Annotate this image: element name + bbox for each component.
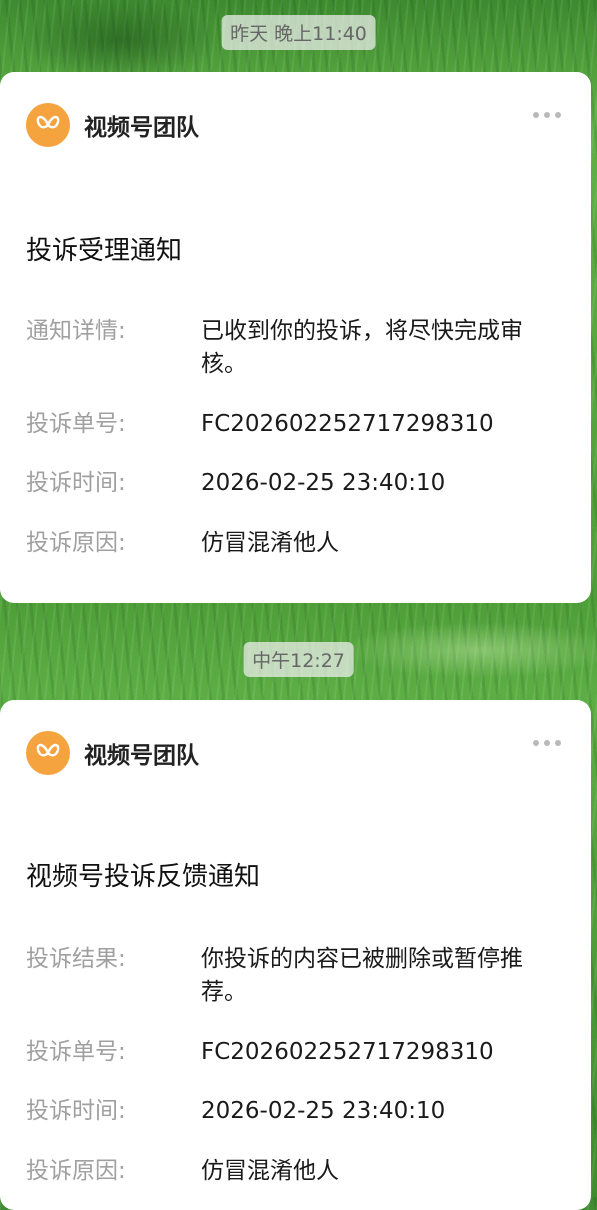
- detail-row: 投诉结果: 你投诉的内容已被删除或暂停推荐。: [26, 943, 567, 1009]
- detail-row: 投诉时间: 2026-02-25 23:40:10: [26, 467, 567, 500]
- sender-name[interactable]: 视频号团队: [84, 736, 199, 770]
- row-label: 投诉单号:: [26, 411, 126, 437]
- message-card[interactable]: 视频号团队 视频号投诉反馈通知 投诉结果: 你投诉的内容已被删除或暂停推荐。 投…: [0, 700, 591, 1210]
- sender-name[interactable]: 视频号团队: [84, 108, 199, 142]
- row-label: 投诉单号:: [26, 1039, 126, 1065]
- channels-butterfly-icon: [26, 103, 70, 147]
- detail-row: 投诉单号: FC2026022527172983​10: [26, 408, 567, 441]
- notice-title: 视频号投诉反馈通知: [26, 862, 261, 892]
- message-card[interactable]: 视频号团队 投诉受理通知 通知详情: 已收到你的投诉，将尽快完成审核。 投诉单号…: [0, 72, 591, 603]
- row-label: 投诉结果:: [26, 946, 126, 972]
- row-label: 通知详情:: [26, 318, 126, 344]
- detail-row: 投诉时间: 2026-02-25 23:40:10: [26, 1095, 567, 1128]
- row-value: 已收到你的投诉，将尽快完成审核。: [201, 318, 523, 377]
- row-value: 你投诉的内容已被删除或暂停推荐。: [201, 946, 523, 1005]
- detail-row: 通知详情: 已收到你的投诉，将尽快完成审核。: [26, 315, 567, 381]
- more-dots-icon[interactable]: [533, 740, 561, 746]
- card-header: 视频号团队: [26, 730, 199, 776]
- row-value: FC202602252717298310: [201, 1039, 494, 1065]
- card-header: 视频号团队: [26, 102, 199, 148]
- notice-title: 投诉受理通知: [26, 236, 183, 266]
- timestamp: 昨天 晚上11:40: [221, 15, 376, 50]
- row-value: 2026-02-25 23:40:10: [201, 1098, 446, 1124]
- row-label: 投诉原因:: [26, 530, 126, 556]
- detail-row: 投诉原因: 仿冒混淆他人: [26, 1155, 567, 1188]
- more-dots-icon[interactable]: [533, 112, 561, 118]
- channels-butterfly-icon: [26, 731, 70, 775]
- row-value: 2026-02-25 23:40:10: [201, 470, 446, 496]
- detail-row: 投诉原因: 仿冒混淆他人: [26, 527, 567, 560]
- row-value: 仿冒混淆他人: [201, 1158, 339, 1184]
- row-value: 仿冒混淆他人: [201, 530, 339, 556]
- detail-row: 投诉单号: FC202602252717298310: [26, 1036, 567, 1069]
- row-label: 投诉时间:: [26, 470, 126, 496]
- row-label: 投诉原因:: [26, 1158, 126, 1184]
- row-value: FC2026022527172983​10: [201, 411, 494, 437]
- row-label: 投诉时间:: [26, 1098, 126, 1124]
- timestamp: 中午12:27: [243, 642, 354, 677]
